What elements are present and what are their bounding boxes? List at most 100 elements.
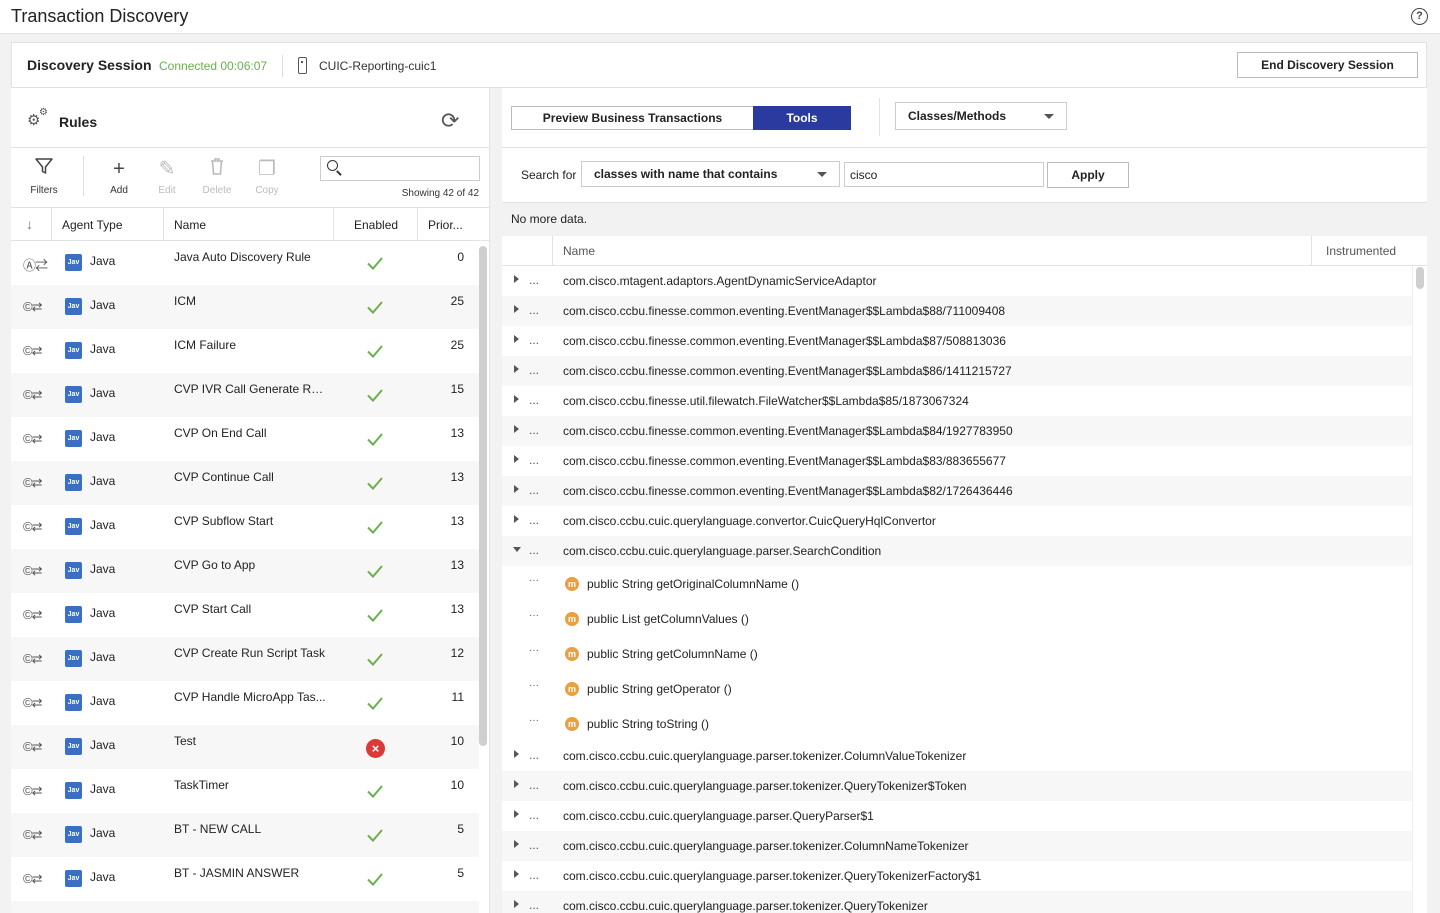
copy-button[interactable]: ❐ Copy <box>242 156 292 196</box>
class-row[interactable]: ... com.cisco.ccbu.cuic.querylanguage.pa… <box>502 861 1412 891</box>
table-row[interactable]: ©⇄ Jav Java BT - NEW CALL 5 <box>11 813 479 857</box>
view-select[interactable]: Classes/Methods <box>895 102 1067 130</box>
table-row[interactable]: ©⇄ Jav Java BT - JASMIN ANSWER 5 <box>11 857 479 901</box>
caret-right-icon[interactable] <box>514 810 519 818</box>
class-row[interactable]: ... com.cisco.ccbu.finesse.common.eventi… <box>502 356 1412 386</box>
caret-right-icon[interactable] <box>514 900 519 908</box>
ellipsis-icon[interactable]: ... <box>529 453 539 467</box>
ellipsis-icon[interactable]: ... <box>529 748 539 762</box>
end-discovery-session-button[interactable]: End Discovery Session <box>1237 52 1418 78</box>
ellipsis-icon[interactable]: ... <box>529 423 539 437</box>
class-row[interactable]: ... com.cisco.ccbu.finesse.common.eventi… <box>502 476 1412 506</box>
class-row[interactable]: ... com.cisco.ccbu.cuic.querylanguage.pa… <box>502 831 1412 861</box>
table-row[interactable]: ©⇄ Jav Java CVP Start Call 13 <box>11 593 479 637</box>
class-row[interactable]: ... com.cisco.ccbu.finesse.common.eventi… <box>502 296 1412 326</box>
class-row[interactable]: ... com.cisco.ccbu.cuic.querylanguage.pa… <box>502 801 1412 831</box>
caret-right-icon[interactable] <box>514 455 519 463</box>
rules-scrollbar[interactable] <box>479 246 487 746</box>
ellipsis-icon[interactable]: ... <box>529 808 539 822</box>
method-row[interactable]: ··· m public String getOperator () <box>502 671 1412 706</box>
add-button[interactable]: + Add <box>94 156 144 196</box>
table-row[interactable]: ©⇄ Jav Java CVP Continue Call 13 <box>11 461 479 505</box>
class-row[interactable]: ... com.cisco.ccbu.finesse.util.filewatc… <box>502 386 1412 416</box>
caret-down-icon[interactable] <box>513 547 521 552</box>
column-instrumented[interactable]: Instrumented <box>1326 244 1396 258</box>
caret-right-icon[interactable] <box>514 485 519 493</box>
column-agent-type[interactable]: Agent Type <box>62 218 123 232</box>
table-row[interactable]: ©⇄ Jav Java CVP Subflow Start 13 <box>11 505 479 549</box>
ellipsis-icon[interactable]: ... <box>529 543 539 557</box>
tab-tools[interactable]: Tools <box>753 106 851 130</box>
table-row[interactable]: ©⇄ Jav Java CVP Create Run Script Task 1… <box>11 637 479 681</box>
caret-right-icon[interactable] <box>514 335 519 343</box>
caret-right-icon[interactable] <box>514 305 519 313</box>
ellipsis-icon[interactable]: ... <box>529 838 539 852</box>
table-row[interactable]: Ⓐ⇄ Jav Java Java Auto Discovery Rule 0 <box>11 241 479 285</box>
ellipsis-icon[interactable]: ... <box>529 393 539 407</box>
ellipsis-icon[interactable]: ... <box>529 363 539 377</box>
caret-right-icon[interactable] <box>514 275 519 283</box>
caret-right-icon[interactable] <box>514 780 519 788</box>
caret-right-icon[interactable] <box>514 365 519 373</box>
class-search-input[interactable] <box>844 162 1044 187</box>
ellipsis-icon[interactable]: ··· <box>529 680 539 691</box>
class-row[interactable]: ... com.cisco.ccbu.cuic.querylanguage.pa… <box>502 771 1412 801</box>
table-row[interactable]: ©⇄ Jav Java TaskTimer 10 <box>11 769 479 813</box>
refresh-icon[interactable]: ⟳ <box>441 108 459 134</box>
sort-down-icon[interactable]: ↓ <box>26 216 33 232</box>
ellipsis-icon[interactable]: ... <box>529 333 539 347</box>
filters-button[interactable]: Filters <box>19 156 69 196</box>
classes-scrollbar[interactable] <box>1416 267 1424 289</box>
table-row[interactable]: ©⇄ Jav Java CVP On End Call 13 <box>11 417 479 461</box>
table-row[interactable]: ©⇄ Jav Java <box>11 901 479 913</box>
delete-button[interactable]: Delete <box>192 156 242 196</box>
tab-preview-business-transactions[interactable]: Preview Business Transactions <box>511 106 754 130</box>
apply-button[interactable]: Apply <box>1047 162 1129 188</box>
column-name[interactable]: Name <box>174 218 206 232</box>
class-row[interactable]: ... com.cisco.ccbu.finesse.common.eventi… <box>502 446 1412 476</box>
rule-priority: 0 <box>457 250 464 264</box>
ellipsis-icon[interactable]: ... <box>529 868 539 882</box>
ellipsis-icon[interactable]: ... <box>529 513 539 527</box>
class-row[interactable]: ... com.cisco.ccbu.cuic.querylanguage.co… <box>502 506 1412 536</box>
search-mode-select[interactable]: classes with name that contains <box>581 161 840 187</box>
table-row[interactable]: ©⇄ Jav Java CVP Go to App 13 <box>11 549 479 593</box>
caret-right-icon[interactable] <box>514 515 519 523</box>
table-row[interactable]: ©⇄ Jav Java CVP Handle MicroApp Tas... 1… <box>11 681 479 725</box>
table-row[interactable]: ©⇄ Jav Java Test × 10 <box>11 725 479 769</box>
method-row[interactable]: ··· m public String getOriginalColumnNam… <box>502 566 1412 601</box>
column-class-name[interactable]: Name <box>563 244 595 258</box>
table-row[interactable]: ©⇄ Jav Java ICM Failure 25 <box>11 329 479 373</box>
ellipsis-icon[interactable]: ... <box>529 778 539 792</box>
caret-right-icon[interactable] <box>514 840 519 848</box>
ellipsis-icon[interactable]: ··· <box>529 715 539 726</box>
ellipsis-icon[interactable]: ... <box>529 898 539 912</box>
ellipsis-icon[interactable]: ... <box>529 273 539 287</box>
method-row[interactable]: ··· m public String getColumnName () <box>502 636 1412 671</box>
class-row[interactable]: ... com.cisco.ccbu.cuic.querylanguage.pa… <box>502 536 1412 566</box>
class-row[interactable]: ... com.cisco.mtagent.adaptors.AgentDyna… <box>502 266 1412 296</box>
method-row[interactable]: ··· m public List getColumnValues () <box>502 601 1412 636</box>
ellipsis-icon[interactable]: ··· <box>529 575 539 586</box>
class-row[interactable]: ... com.cisco.ccbu.finesse.common.eventi… <box>502 416 1412 446</box>
column-enabled[interactable]: Enabled <box>354 218 398 232</box>
edit-button[interactable]: ✎ Edit <box>142 156 192 196</box>
table-row[interactable]: ©⇄ Jav Java CVP IVR Call Generate Res...… <box>11 373 479 417</box>
rules-search-input[interactable] <box>347 160 475 178</box>
class-row[interactable]: ... com.cisco.ccbu.cuic.querylanguage.pa… <box>502 741 1412 771</box>
class-row[interactable]: ... com.cisco.ccbu.cuic.querylanguage.pa… <box>502 891 1412 913</box>
method-row[interactable]: ··· m public String toString () <box>502 706 1412 741</box>
ellipsis-icon[interactable]: ... <box>529 303 539 317</box>
caret-right-icon[interactable] <box>514 870 519 878</box>
ellipsis-icon[interactable]: ... <box>529 483 539 497</box>
ellipsis-icon[interactable]: ··· <box>529 645 539 656</box>
help-icon[interactable]: ? <box>1411 8 1428 25</box>
ellipsis-icon[interactable]: ··· <box>529 610 539 621</box>
caret-right-icon[interactable] <box>514 425 519 433</box>
caret-right-icon[interactable] <box>514 750 519 758</box>
class-row[interactable]: ... com.cisco.ccbu.finesse.common.eventi… <box>502 326 1412 356</box>
table-row[interactable]: ©⇄ Jav Java ICM 25 <box>11 285 479 329</box>
column-priority[interactable]: Prior... <box>428 218 463 232</box>
caret-right-icon[interactable] <box>514 395 519 403</box>
rule-name: CVP Start Call <box>174 602 252 616</box>
